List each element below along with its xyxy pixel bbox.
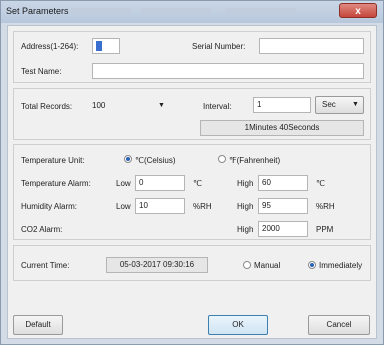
temp-low-input[interactable]: 0 — [135, 175, 185, 191]
total-records-select[interactable]: 100 ▼ — [92, 98, 172, 114]
interval-unit-select[interactable]: Sec ▼ — [315, 96, 364, 114]
close-button[interactable]: x — [339, 3, 377, 18]
test-name-label: Test Name: — [21, 67, 62, 76]
temperature-alarm-label: Temperature Alarm: — [21, 179, 91, 188]
ok-button[interactable]: OK — [208, 315, 268, 335]
duration-display: 1Minutes 40Seconds — [200, 120, 364, 136]
fahrenheit-radio[interactable] — [218, 155, 226, 163]
address-input[interactable] — [92, 38, 120, 54]
interval-label: Interval: — [203, 102, 232, 111]
fahrenheit-label[interactable]: ℉(Fahrenheit) — [229, 156, 280, 165]
title-bar-shadow — [71, 8, 131, 14]
interval-unit-value: Sec — [322, 100, 336, 109]
manual-label[interactable]: Manual — [254, 261, 280, 270]
default-button[interactable]: Default — [13, 315, 63, 335]
celsius-radio[interactable] — [124, 155, 132, 163]
address-label: Address(1-264): — [21, 42, 79, 51]
immediately-radio[interactable] — [308, 261, 316, 269]
serial-number-label: Serial Number: — [192, 42, 246, 51]
co2-high-unit: PPM — [316, 225, 334, 234]
humidity-alarm-label: Humidity Alarm: — [21, 202, 78, 211]
co2-high-input[interactable]: 2000 — [258, 221, 308, 237]
celsius-label[interactable]: ℃(Celsius) — [135, 156, 176, 165]
title-bar-shadow — [141, 8, 211, 14]
title-bar-shadow — [226, 8, 296, 14]
manual-radio[interactable] — [243, 261, 251, 269]
text-selection — [96, 41, 102, 51]
hum-low-unit: %RH — [193, 202, 212, 211]
temperature-unit-label: Temperature Unit: — [21, 156, 85, 165]
immediately-label[interactable]: Immediately — [319, 261, 362, 270]
dialog-body: Address(1-264): Serial Number: Test Name… — [7, 25, 377, 339]
temp-high-unit: ℃ — [316, 179, 325, 188]
interval-input[interactable]: 1 — [253, 97, 311, 113]
temp-high-label: High — [237, 179, 254, 188]
dropdown-arrow-icon[interactable]: ▼ — [352, 97, 359, 113]
test-name-input[interactable] — [92, 63, 364, 79]
window-title: Set Parameters — [6, 6, 69, 16]
dropdown-arrow-icon[interactable]: ▼ — [158, 98, 165, 114]
serial-number-input[interactable] — [259, 38, 364, 54]
total-records-label: Total Records: — [21, 102, 73, 111]
title-bar[interactable]: Set Parameters x — [1, 1, 383, 23]
hum-low-input[interactable]: 10 — [135, 198, 185, 214]
set-parameters-window: Set Parameters x Address(1-264): Serial … — [0, 0, 384, 345]
total-records-value: 100 — [92, 101, 106, 110]
temp-high-input[interactable]: 60 — [258, 175, 308, 191]
temp-low-label: Low — [116, 179, 131, 188]
hum-high-label: High — [237, 202, 254, 211]
current-time-label: Current Time: — [21, 261, 70, 270]
co2-alarm-label: CO2 Alarm: — [21, 225, 63, 234]
cancel-button[interactable]: Cancel — [308, 315, 370, 335]
temp-low-unit: ℃ — [193, 179, 202, 188]
current-time-display: 05-03-2017 09:30:16 — [106, 257, 208, 273]
hum-low-label: Low — [116, 202, 131, 211]
hum-high-input[interactable]: 95 — [258, 198, 308, 214]
hum-high-unit: %RH — [316, 202, 335, 211]
co2-high-label: High — [237, 225, 254, 234]
